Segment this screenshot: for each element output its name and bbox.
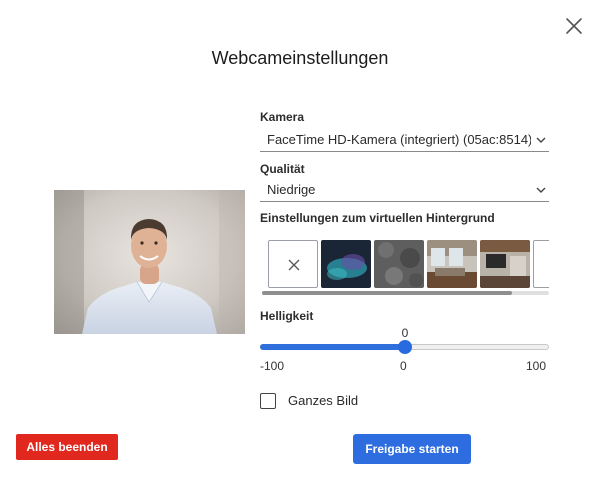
dialog-title: Webcameinstellungen [211, 48, 389, 68]
slider-fill [260, 344, 405, 350]
background-option-interior[interactable] [480, 240, 530, 288]
interior-background-thumbnail [480, 240, 530, 288]
living-room-background-thumbnail [427, 240, 477, 288]
quality-selected-value: Niedrige [267, 182, 316, 197]
stop-all-button[interactable]: Alles beenden [16, 434, 118, 460]
close-icon [288, 259, 300, 271]
background-option-texture[interactable] [374, 240, 424, 288]
background-option-partial[interactable] [533, 240, 549, 288]
full-image-label: Ganzes Bild [288, 393, 359, 408]
camera-select[interactable]: FaceTime HD-Kamera (integriert) (05ac:85… [260, 128, 549, 152]
brightness-slider[interactable] [260, 338, 549, 358]
brightness-min-label: -100 [260, 359, 285, 373]
background-scrollbar-thumb[interactable] [262, 291, 512, 295]
texture-background-thumbnail [374, 240, 424, 288]
close-icon [566, 18, 582, 34]
virtual-background-list [260, 236, 549, 296]
chevron-down-icon [535, 134, 547, 146]
brightness-mid-label: 0 [400, 359, 407, 373]
background-option-none[interactable] [268, 240, 318, 288]
quality-select[interactable]: Niedrige [260, 178, 549, 202]
camera-selected-value: FaceTime HD-Kamera (integriert) (05ac:85… [267, 132, 531, 147]
close-button[interactable] [562, 14, 586, 38]
slider-handle[interactable] [398, 340, 412, 354]
start-sharing-button[interactable]: Freigabe starten [353, 434, 471, 464]
virtual-background-label: Einstellungen zum virtuellen Hintergrund [260, 211, 495, 225]
chevron-down-icon [535, 184, 547, 196]
quality-label: Qualität [260, 162, 305, 176]
abstract-background-thumbnail [321, 240, 371, 288]
webcam-preview [54, 190, 245, 334]
full-image-checkbox[interactable] [260, 393, 276, 409]
brightness-label: Helligkeit [260, 309, 314, 323]
camera-label: Kamera [260, 110, 305, 124]
background-option-living-room[interactable] [427, 240, 477, 288]
brightness-max-label: 100 [526, 359, 547, 373]
background-option-abstract[interactable] [321, 240, 371, 288]
